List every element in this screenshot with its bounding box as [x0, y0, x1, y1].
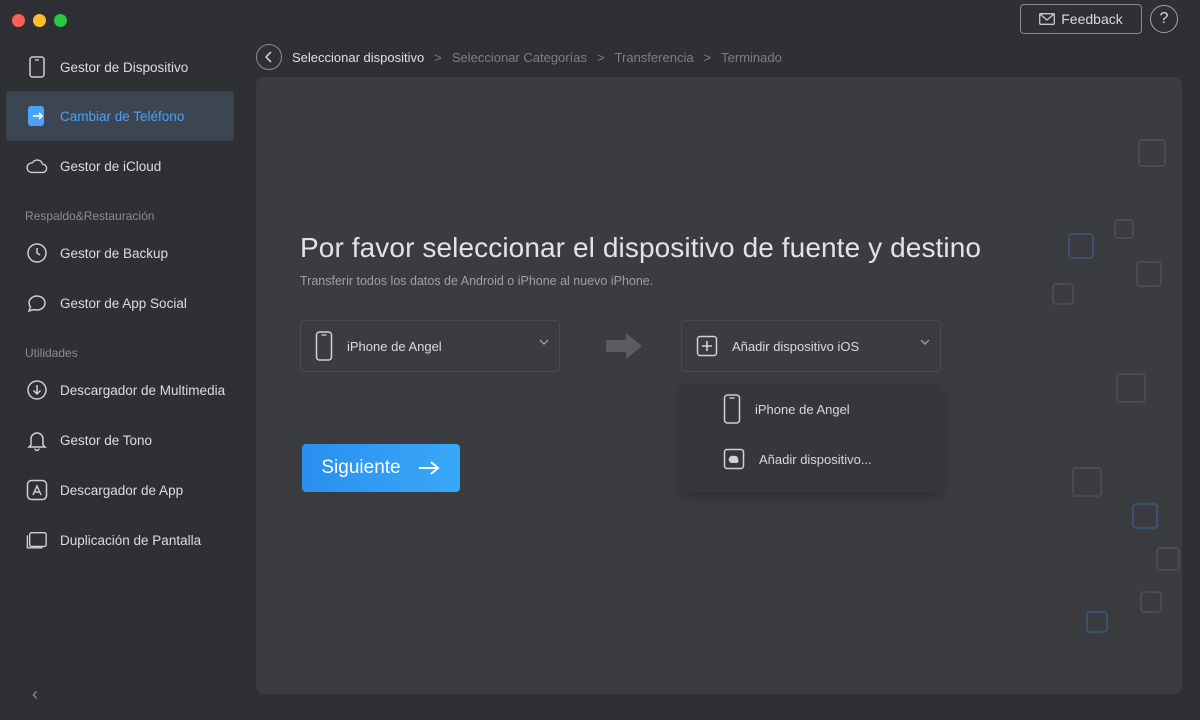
sidebar-item-descargador-app[interactable]: Descargador de App	[6, 465, 234, 515]
decorative-square	[1116, 373, 1146, 403]
help-button[interactable]: ?	[1150, 5, 1178, 33]
breadcrumb-step-terminado: Terminado	[721, 49, 782, 65]
breadcrumb-step-seleccionar-dispositivo: Seleccionar dispositivo	[292, 49, 425, 65]
sidebar-item-label: Gestor de iCloud	[60, 158, 162, 174]
bell-icon	[26, 429, 48, 451]
sidebar-item-descargador-multimedia[interactable]: Descargador de Multimedia	[6, 365, 234, 415]
breadcrumb-step-seleccionar-categorias: Seleccionar Categorías	[451, 49, 587, 65]
dropdown-option-add-device[interactable]: Añadir dispositivo...	[723, 448, 872, 470]
sidebar-item-label: Duplicación de Pantalla	[60, 532, 202, 548]
source-device-select[interactable]: iPhone de Angel	[300, 320, 560, 372]
decorative-square	[1156, 547, 1180, 571]
decorative-square	[1052, 283, 1074, 305]
iphone-icon	[315, 331, 333, 361]
sidebar-item-label: Descargador de App	[60, 482, 184, 498]
sidebar-item-label: Gestor de Dispositivo	[60, 59, 189, 75]
feedback-label: Feedback	[1061, 11, 1123, 27]
sidebar-item-label: Gestor de Backup	[60, 245, 169, 261]
back-button[interactable]	[256, 44, 282, 70]
next-button[interactable]: Siguiente	[302, 444, 460, 492]
collapse-sidebar-button[interactable]: ‹	[32, 684, 38, 705]
breadcrumb: Seleccionar dispositivo > Seleccionar Ca…	[256, 44, 782, 70]
decorative-square	[1086, 611, 1108, 633]
topbar-actions: Feedback ?	[1020, 4, 1178, 34]
breadcrumb-separator: >	[434, 49, 442, 65]
main-panel: Por favor seleccionar el dispositivo de …	[256, 77, 1182, 694]
mail-icon	[1039, 13, 1056, 25]
decorative-square	[1114, 219, 1134, 239]
download-icon	[26, 379, 48, 401]
maximize-window-button[interactable]	[54, 14, 67, 27]
decorative-square	[1132, 503, 1158, 529]
target-device-select[interactable]: Añadir dispositivo iOS	[681, 320, 941, 372]
sidebar-item-label: Gestor de Tono	[60, 432, 153, 448]
breadcrumb-separator: >	[596, 49, 605, 65]
phone-icon	[26, 56, 48, 78]
chat-icon	[26, 292, 48, 314]
target-device-dropdown: iPhone de Angel Añadir dispositivo...	[681, 384, 941, 492]
sidebar-item-label: Cambiar de Teléfono	[60, 108, 185, 124]
chevron-down-icon	[920, 337, 930, 349]
sidebar-item-gestor-tono[interactable]: Gestor de Tono	[6, 415, 234, 465]
section-label-utilidades: Utilidades	[25, 346, 78, 360]
sidebar-item-gestor-backup[interactable]: Gestor de Backup	[6, 228, 234, 278]
minimize-window-button[interactable]	[33, 14, 46, 27]
dropdown-option-label: Añadir dispositivo...	[759, 451, 872, 467]
dropdown-option-iphone[interactable]: iPhone de Angel	[723, 394, 850, 424]
sidebar-item-gestor-icloud[interactable]: Gestor de iCloud	[6, 141, 234, 191]
decorative-square	[1140, 591, 1162, 613]
target-device-label: Añadir dispositivo iOS	[732, 338, 860, 354]
decorative-square	[1136, 261, 1162, 287]
chevron-down-icon	[539, 337, 549, 349]
breadcrumb-separator: >	[703, 49, 712, 65]
page-title: Por favor seleccionar el dispositivo de …	[300, 232, 982, 263]
next-button-label: Siguiente	[321, 457, 401, 478]
app-store-icon	[26, 479, 48, 501]
sidebar: Gestor de Dispositivo Cambiar de Teléfon…	[0, 40, 240, 720]
cloud-icon	[26, 155, 48, 177]
add-device-icon	[723, 448, 745, 470]
phone-switch-icon	[26, 105, 48, 127]
window-controls	[12, 14, 67, 27]
sidebar-item-gestor-dispositivo[interactable]: Gestor de Dispositivo	[6, 42, 234, 92]
sidebar-item-cambiar-telefono[interactable]: Cambiar de Teléfono	[6, 91, 234, 141]
breadcrumb-step-transferencia: Transferencia	[614, 49, 694, 65]
screen-mirror-icon	[26, 529, 48, 551]
decorative-square	[1072, 467, 1102, 497]
chevron-left-icon	[264, 51, 272, 63]
decorative-square	[1068, 233, 1094, 259]
section-label-respaldo: Respaldo&Restauración	[25, 209, 155, 223]
add-device-icon	[696, 335, 718, 357]
page-subtitle: Transferir todos los datos de Android o …	[300, 274, 654, 288]
source-device-label: iPhone de Angel	[347, 338, 442, 354]
sidebar-item-label: Descargador de Multimedia	[60, 382, 226, 398]
close-window-button[interactable]	[12, 14, 25, 27]
history-icon	[26, 242, 48, 264]
arrow-right-icon	[418, 461, 440, 475]
decorative-square	[1138, 139, 1166, 167]
feedback-button[interactable]: Feedback	[1020, 4, 1142, 34]
iphone-icon	[723, 394, 741, 424]
arrow-right-icon	[604, 330, 644, 367]
sidebar-item-duplicacion-pantalla[interactable]: Duplicación de Pantalla	[6, 515, 234, 565]
dropdown-option-label: iPhone de Angel	[755, 401, 850, 417]
sidebar-item-gestor-app-social[interactable]: Gestor de App Social	[6, 278, 234, 328]
sidebar-item-label: Gestor de App Social	[60, 295, 187, 311]
